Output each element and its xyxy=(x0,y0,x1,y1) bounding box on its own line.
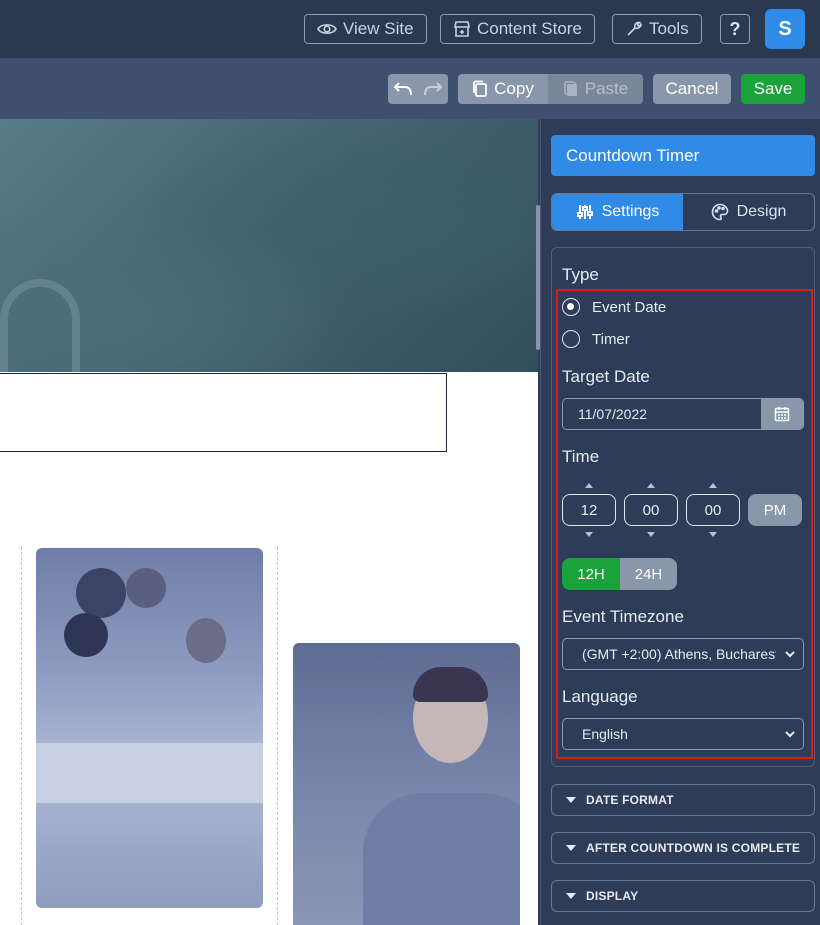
target-date-input[interactable]: 11/07/2022 xyxy=(562,398,804,430)
help-button[interactable]: ? xyxy=(720,14,750,44)
minute-down-arrow[interactable] xyxy=(647,532,655,537)
wrench-icon xyxy=(627,21,642,36)
calendar-icon xyxy=(774,407,790,422)
tools-button[interactable]: Tools xyxy=(612,14,702,44)
hero-chair-shape xyxy=(0,279,80,372)
language-label: Language xyxy=(562,687,638,706)
undo-icon xyxy=(393,82,412,96)
second-down-arrow[interactable] xyxy=(709,532,717,537)
time-label: Time xyxy=(562,447,600,466)
chevron-down-icon xyxy=(785,731,795,738)
sliders-icon xyxy=(576,205,593,219)
photo-hair xyxy=(413,667,488,702)
content-store-button[interactable]: Content Store xyxy=(440,14,595,44)
column-divider xyxy=(277,547,278,925)
portrait-photo[interactable] xyxy=(293,643,520,925)
paste-icon xyxy=(564,81,577,96)
radio-event-date[interactable] xyxy=(562,298,580,316)
target-date-label: Target Date xyxy=(562,367,650,386)
page-canvas xyxy=(0,119,538,925)
photo-table xyxy=(36,743,263,803)
minute-input[interactable]: 00 xyxy=(624,494,678,526)
section-date-format-label: DATE FORMAT xyxy=(586,793,674,807)
tab-settings[interactable]: Settings xyxy=(552,194,683,230)
cancel-button[interactable]: Cancel xyxy=(653,74,731,104)
ampm-toggle[interactable]: PM xyxy=(748,494,802,526)
caret-down-icon xyxy=(566,893,576,899)
panel-tabs: Settings Design xyxy=(551,193,815,231)
section-after-countdown-label: AFTER COUNTDOWN IS COMPLETE xyxy=(586,841,801,855)
tools-label: Tools xyxy=(649,19,689,38)
chevron-down-icon xyxy=(785,651,795,658)
section-date-format[interactable]: DATE FORMAT xyxy=(551,784,815,816)
hour-down-arrow[interactable] xyxy=(585,532,593,537)
undo-redo-group xyxy=(388,74,448,104)
second-up-arrow[interactable] xyxy=(709,483,717,488)
hour-input[interactable]: 12 xyxy=(562,494,616,526)
save-button[interactable]: Save xyxy=(741,74,805,104)
undo-button[interactable] xyxy=(388,74,418,104)
eye-icon xyxy=(317,24,337,34)
text-block[interactable] xyxy=(0,373,447,452)
language-select[interactable]: English xyxy=(562,718,804,750)
redo-button[interactable] xyxy=(418,74,448,104)
second-input[interactable]: 00 xyxy=(686,494,740,526)
event-timezone-label: Event Timezone xyxy=(562,607,684,626)
type-label: Type xyxy=(562,265,599,284)
panel-title: Countdown Timer xyxy=(551,135,815,176)
photo-person xyxy=(186,618,226,663)
timezone-value: (GMT +2:00) Athens, Bucharest xyxy=(582,646,776,662)
tab-settings-label: Settings xyxy=(601,203,660,220)
calendar-button[interactable] xyxy=(761,399,803,429)
photo-person xyxy=(126,568,166,608)
format-12h-button[interactable]: 12H xyxy=(562,558,620,590)
view-site-label: View Site xyxy=(343,19,414,38)
section-after-countdown[interactable]: AFTER COUNTDOWN IS COMPLETE xyxy=(551,832,815,864)
photo-shirt xyxy=(363,793,520,925)
palette-icon xyxy=(711,203,728,221)
view-site-button[interactable]: View Site xyxy=(304,14,427,44)
copy-label: Copy xyxy=(494,79,534,98)
tab-design-label: Design xyxy=(736,203,787,220)
tab-design[interactable]: Design xyxy=(683,194,814,230)
copy-button[interactable]: Copy xyxy=(458,74,548,104)
radio-timer[interactable] xyxy=(562,330,580,348)
content-store-label: Content Store xyxy=(477,19,582,38)
radio-timer-label[interactable]: Timer xyxy=(592,331,630,348)
redo-icon xyxy=(424,82,443,96)
minute-up-arrow[interactable] xyxy=(647,483,655,488)
avatar[interactable]: S xyxy=(765,9,805,49)
section-display-label: DISPLAY xyxy=(586,889,639,903)
caret-down-icon xyxy=(566,845,576,851)
photo-person xyxy=(64,613,108,657)
caret-down-icon xyxy=(566,797,576,803)
copy-icon xyxy=(473,80,488,97)
photo-person xyxy=(76,568,126,618)
radio-event-date-label[interactable]: Event Date xyxy=(592,299,666,316)
timezone-select[interactable]: (GMT +2:00) Athens, Bucharest xyxy=(562,638,804,670)
format-24h-button[interactable]: 24H xyxy=(620,558,677,590)
paste-label: Paste xyxy=(584,79,629,98)
column-divider xyxy=(21,547,22,925)
hour-up-arrow[interactable] xyxy=(585,483,593,488)
language-value: English xyxy=(582,726,628,742)
hero-image[interactable] xyxy=(0,119,538,372)
section-display[interactable]: DISPLAY xyxy=(551,880,815,912)
target-date-value[interactable]: 11/07/2022 xyxy=(563,399,761,429)
store-icon xyxy=(454,21,470,37)
team-photo[interactable] xyxy=(36,548,263,908)
paste-button[interactable]: Paste xyxy=(548,74,643,104)
